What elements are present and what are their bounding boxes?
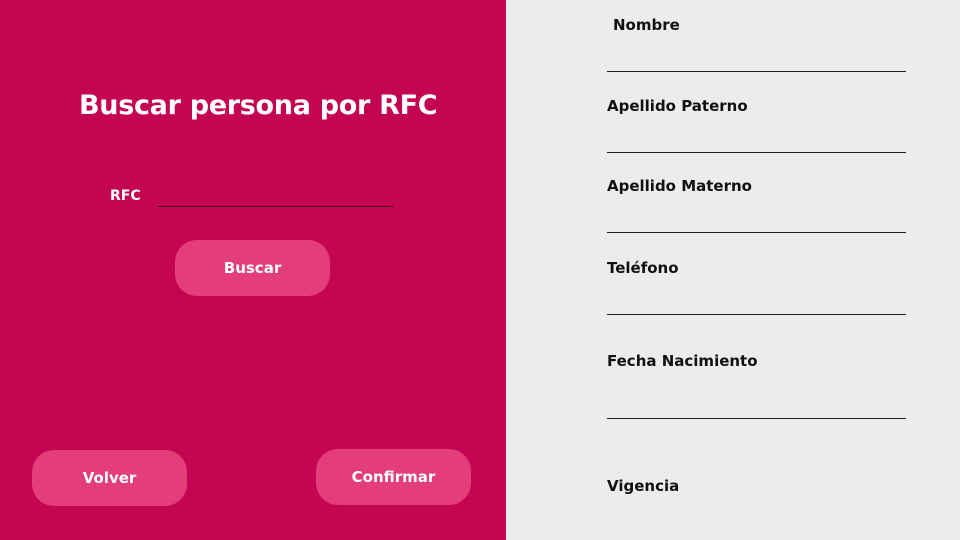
apellido-paterno-field <box>607 152 906 153</box>
nombre-label: Nombre <box>613 16 680 34</box>
apellido-materno-label: Apellido Materno <box>607 177 752 195</box>
search-button[interactable]: Buscar <box>175 240 330 296</box>
fecha-nacimiento-label: Fecha Nacimiento <box>607 352 758 370</box>
rfc-label: RFC <box>110 188 141 204</box>
nombre-field <box>607 71 906 72</box>
page-title: Buscar persona por RFC <box>79 90 438 121</box>
apellido-paterno-label: Apellido Paterno <box>607 97 748 115</box>
vigencia-label: Vigencia <box>607 477 680 495</box>
back-button[interactable]: Volver <box>32 450 187 506</box>
apellido-materno-field <box>607 232 906 233</box>
telefono-label: Teléfono <box>607 259 679 277</box>
fecha-nacimiento-field <box>607 418 906 419</box>
confirm-button[interactable]: Confirmar <box>316 449 471 505</box>
telefono-field <box>607 314 906 315</box>
rfc-input[interactable] <box>158 186 393 207</box>
details-panel <box>506 0 960 540</box>
